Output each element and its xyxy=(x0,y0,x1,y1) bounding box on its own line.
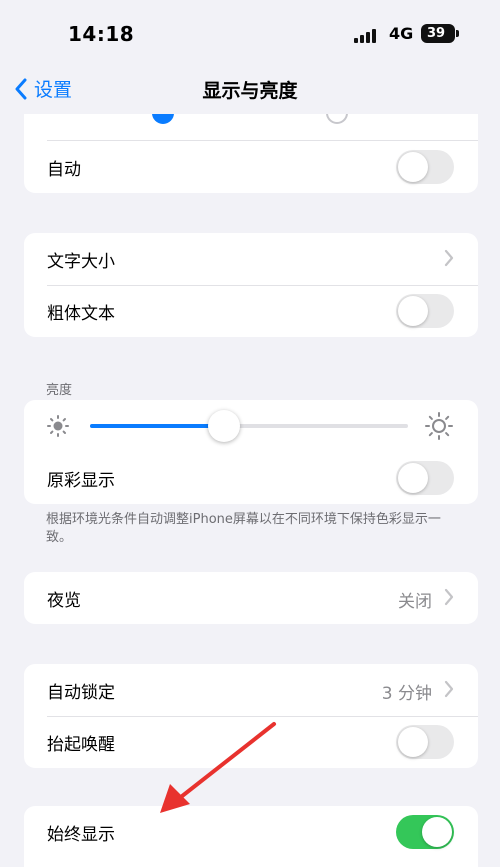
auto-lock-label: 自动锁定 xyxy=(47,682,115,703)
battery-icon: 39 xyxy=(421,24,459,43)
night-shift-row[interactable]: 夜览 关闭 xyxy=(24,572,478,624)
navigation-bar: 设置 显示与亮度 xyxy=(0,62,500,114)
battery-level: 39 xyxy=(426,26,446,41)
network-type: 4G xyxy=(389,24,414,43)
status-bar: 14:18 4G 39 xyxy=(0,0,500,62)
appearance-group: 自动 xyxy=(24,114,478,193)
true-tone-row: 原彩显示 xyxy=(24,452,478,504)
sun-small-icon xyxy=(47,415,69,437)
brightness-group: 原彩显示 xyxy=(24,400,478,504)
cellular-signal-icon xyxy=(354,27,380,43)
appearance-selector-remnant xyxy=(24,114,478,141)
brightness-slider-row xyxy=(24,400,478,452)
bold-text-row: 粗体文本 xyxy=(24,285,478,337)
auto-lock-row[interactable]: 自动锁定 3 分钟 xyxy=(24,664,478,716)
dark-mode-radio-icon[interactable] xyxy=(326,114,348,124)
brightness-slider-track[interactable] xyxy=(90,424,408,428)
true-tone-toggle[interactable] xyxy=(396,461,454,495)
bold-text-toggle[interactable] xyxy=(396,294,454,328)
auto-appearance-label: 自动 xyxy=(47,159,81,180)
chevron-right-icon xyxy=(444,249,454,267)
auto-appearance-row[interactable]: 自动 xyxy=(24,141,478,193)
annotation-arrow-icon xyxy=(160,722,276,813)
sun-large-icon xyxy=(425,412,453,440)
always-on-label: 始终显示 xyxy=(47,824,115,845)
text-group: 文字大小 粗体文本 xyxy=(24,233,478,337)
night-shift-value: 关闭 xyxy=(398,592,432,612)
night-shift-label: 夜览 xyxy=(47,590,81,611)
chevron-right-icon xyxy=(444,588,454,606)
auto-lock-value: 3 分钟 xyxy=(381,684,432,704)
bold-text-label: 粗体文本 xyxy=(47,303,115,324)
status-time: 14:18 xyxy=(68,22,135,46)
raise-to-wake-label: 抬起唤醒 xyxy=(47,734,115,755)
brightness-header: 亮度 xyxy=(46,383,73,398)
brightness-slider-fill xyxy=(90,424,224,428)
auto-appearance-toggle[interactable] xyxy=(396,150,454,184)
text-size-label: 文字大小 xyxy=(47,251,115,272)
text-size-row[interactable]: 文字大小 xyxy=(24,233,478,285)
true-tone-footer: 根据环境光条件自动调整iPhone屏幕以在不同环境下保持色彩显示一致。 xyxy=(46,512,441,545)
raise-to-wake-toggle[interactable] xyxy=(396,725,454,759)
light-mode-radio-icon[interactable] xyxy=(152,114,174,124)
brightness-slider-thumb[interactable] xyxy=(207,410,240,442)
always-on-toggle[interactable] xyxy=(396,815,454,849)
true-tone-label: 原彩显示 xyxy=(47,470,115,491)
page-title: 显示与亮度 xyxy=(202,80,298,102)
night-shift-group: 夜览 关闭 xyxy=(24,572,478,624)
chevron-right-icon xyxy=(444,680,454,698)
